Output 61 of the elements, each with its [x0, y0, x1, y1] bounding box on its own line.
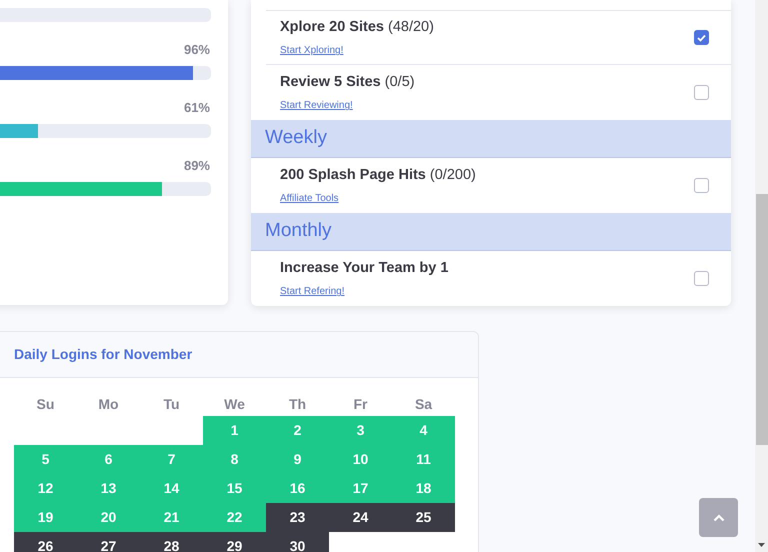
progress-percent: 89%	[184, 157, 210, 175]
calendar-day: 10	[329, 445, 392, 474]
calendar-day: 11	[392, 445, 455, 474]
calendar-day: 29	[203, 532, 266, 552]
calendar-day: 28	[140, 532, 203, 552]
calendar-day: 3	[329, 416, 392, 445]
calendar-day: 26	[14, 532, 77, 552]
task-title: Xplore 20 Sites (48/20)	[280, 18, 435, 37]
task-link[interactable]: Start Refering!	[280, 284, 344, 300]
task-link[interactable]: Affiliate Tools	[280, 191, 339, 206]
weekday-label: Tu	[162, 395, 181, 414]
task-title: 200 Splash Page Hits (0/200)	[280, 166, 477, 185]
calendar-day: 14	[140, 474, 203, 503]
section-header: Monthly	[251, 213, 731, 251]
progress-percent: 61%	[184, 99, 210, 117]
calendar-day: 2	[266, 416, 329, 445]
section-header: Weekly	[251, 120, 731, 158]
task-checkbox[interactable]	[694, 178, 709, 193]
weekday-label: Mo	[97, 395, 120, 414]
calendar-day: 1	[203, 416, 266, 445]
calendar-day: 23	[266, 503, 329, 532]
calendar-day: 21	[140, 503, 203, 532]
calendar-day: 25	[392, 503, 455, 532]
task-link[interactable]: Start Reviewing!	[280, 98, 353, 114]
calendar-day: 8	[203, 445, 266, 474]
calendar-day: 17	[329, 474, 392, 503]
calendar-day: 18	[392, 474, 455, 503]
weekday-label: Th	[288, 395, 308, 414]
calendar-day: 27	[77, 532, 140, 552]
task-checkbox[interactable]	[694, 30, 709, 45]
task-checkbox[interactable]	[694, 85, 709, 100]
calendar-day: 20	[77, 503, 140, 532]
scrollbar-thumb[interactable]	[756, 194, 768, 445]
task-title: Review 5 Sites (0/5)	[280, 72, 416, 92]
scroll-down-arrow-icon[interactable]	[758, 543, 765, 547]
task-checkbox[interactable]	[694, 271, 709, 286]
calendar-day: 24	[329, 503, 392, 532]
calendar-day: 9	[266, 445, 329, 474]
task-link[interactable]: Start Xploring!	[280, 43, 344, 58]
weekday-label: Su	[36, 395, 56, 414]
calendar-day: 7	[140, 445, 203, 474]
calendar-day: 6	[77, 445, 140, 474]
calendar-day: 12	[14, 474, 77, 503]
calendar-day: 13	[77, 474, 140, 503]
calendar-day: 16	[266, 474, 329, 503]
calendar-day: 22	[203, 503, 266, 532]
weekday-label: We	[223, 395, 246, 414]
scroll-to-top-button[interactable]	[699, 498, 738, 537]
calendar-title: Daily Logins for November	[14, 345, 192, 364]
weekday-label: Fr	[352, 395, 368, 414]
chevron-up-icon	[712, 514, 724, 522]
weekday-label: Sa	[414, 395, 434, 414]
scrollbar[interactable]	[755, 0, 768, 552]
calendar-day: 30	[266, 532, 329, 552]
task-title: Increase Your Team by 1	[280, 258, 450, 278]
calendar-day: 15	[203, 474, 266, 503]
calendar-day: 19	[14, 503, 77, 532]
check-icon	[697, 34, 706, 42]
calendar-day: 5	[14, 445, 77, 474]
calendar-day: 4	[392, 416, 455, 445]
progress-percent: 96%	[184, 41, 210, 59]
